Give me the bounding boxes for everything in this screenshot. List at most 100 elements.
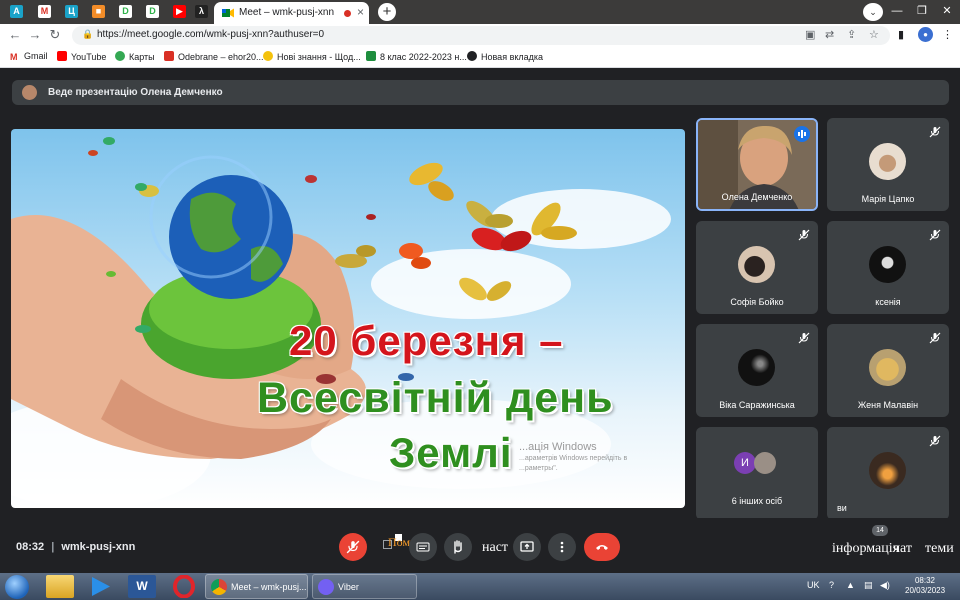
mail-icon: [164, 51, 174, 61]
bookmark-8-klas[interactable]: 8 клас 2022-2023 н...: [366, 51, 467, 62]
forward-button[interactable]: →: [27, 27, 43, 42]
activation-watermark-title: ...ація Windows: [519, 441, 597, 453]
help-icon[interactable]: ?: [829, 580, 834, 590]
youtube-icon: ▶: [173, 5, 186, 18]
speaking-indicator-icon: [794, 126, 810, 142]
app-icon: D: [119, 5, 132, 18]
raise-hand-button[interactable]: [444, 533, 472, 561]
participant-tile[interactable]: Женя Малавін: [827, 324, 949, 417]
chevron-down-icon[interactable]: ⌄: [863, 3, 883, 21]
back-button[interactable]: ←: [7, 27, 23, 42]
microphone-button[interactable]: [339, 533, 367, 561]
word-icon[interactable]: W: [128, 575, 156, 598]
taskbar-viber[interactable]: Viber: [312, 574, 417, 599]
tab-pinned-3[interactable]: Ц: [58, 3, 85, 21]
camera-permission-icon[interactable]: ▣: [805, 28, 815, 41]
avatar: [869, 452, 906, 489]
tab-pinned-6[interactable]: D: [139, 3, 166, 21]
captions-icon: [416, 542, 430, 552]
butterfly-icon: [471, 227, 532, 252]
butterfly-icon: [88, 137, 115, 156]
participant-tile[interactable]: Віка Саражинська: [696, 324, 818, 417]
profile-avatar[interactable]: ●: [918, 27, 933, 42]
tab-pinned-gmail[interactable]: M: [31, 3, 58, 21]
participant-tile[interactable]: Софія Бойко: [696, 221, 818, 314]
more-options-button[interactable]: [548, 533, 576, 561]
presenter-banner: Веде презентацію Олена Демченко: [12, 80, 949, 105]
globe-icon: [467, 51, 477, 61]
clock-date: 20/03/2023: [905, 586, 946, 595]
side-panel-icon[interactable]: ▮: [898, 28, 904, 41]
show-hidden-icons-icon[interactable]: ▲: [846, 580, 855, 590]
language-indicator[interactable]: UK: [807, 580, 820, 590]
system-clock[interactable]: 08:32 20/03/2023: [905, 576, 945, 596]
tab-pinned-5[interactable]: D: [112, 3, 139, 21]
participant-name: Марія Цапко: [861, 194, 915, 204]
restore-button[interactable]: ❐: [909, 0, 935, 24]
app-icon: λ: [195, 5, 208, 18]
meet-icon: [222, 8, 234, 18]
captions-button[interactable]: [409, 533, 437, 561]
tab-meet[interactable]: Meet – wmk-pusj-xnn ×: [214, 2, 369, 24]
reload-button[interactable]: ↻: [47, 27, 63, 43]
tab-pinned-1[interactable]: А: [3, 3, 30, 21]
present-screen-button[interactable]: [513, 533, 541, 561]
chat-label[interactable]: чат: [893, 541, 912, 557]
opera-icon[interactable]: [170, 574, 198, 599]
close-window-button[interactable]: ✕: [934, 0, 960, 24]
avatar: [754, 452, 776, 474]
media-player-icon[interactable]: [86, 575, 114, 598]
slide-title-line3: Землі: [389, 429, 513, 476]
others-tile[interactable]: И 6 інших осіб: [696, 427, 818, 520]
tab-pinned-8[interactable]: λ: [188, 3, 215, 21]
participant-name: Віка Саражинська: [719, 400, 795, 410]
menu-icon[interactable]: ⋮: [942, 28, 953, 41]
bookmark-odebrane[interactable]: Odebrane – ehor20...: [164, 51, 264, 62]
start-button[interactable]: [5, 575, 29, 599]
settings-label[interactable]: наст: [482, 540, 508, 556]
bookmarks-bar: M Gmail YouTube Карты Odebrane – ehor20..…: [0, 46, 960, 68]
self-tile[interactable]: ви: [827, 427, 949, 520]
presentation-slide: 20 березня – Всесвітній день Землі ...ац…: [11, 129, 685, 508]
taskbar-chrome-meet[interactable]: Meet – wmk-pusj...: [205, 574, 308, 599]
leave-call-button[interactable]: [584, 533, 620, 561]
more-vertical-icon: [560, 541, 564, 553]
bookmark-youtube[interactable]: YouTube: [57, 51, 106, 62]
address-bar[interactable]: 🔒 https://meet.google.com/wmk-pusj-xnn?a…: [72, 26, 890, 45]
bookmark-novi-znannia[interactable]: Нові знання - Щод...: [263, 51, 361, 62]
app-icon: D: [146, 5, 159, 18]
lightbulb-icon: [263, 51, 273, 61]
participant-name: Олена Демченко: [721, 192, 793, 202]
volume-icon[interactable]: ◀): [880, 580, 890, 591]
participant-tile[interactable]: ксенія: [827, 221, 949, 314]
hang-up-icon: [596, 545, 608, 550]
new-tab-button[interactable]: +: [378, 3, 396, 21]
presenter-text: Веде презентацію Олена Демченко: [48, 87, 223, 98]
taskbar-task-label: Viber: [338, 582, 359, 592]
file-explorer-icon[interactable]: [46, 575, 74, 598]
butterfly-icon: [399, 243, 431, 269]
app-icon: А: [10, 5, 23, 18]
bookmark-star-icon[interactable]: ☆: [869, 28, 879, 41]
participant-tile[interactable]: Марія Цапко: [827, 118, 949, 211]
meeting-info: 08:32 | wmk-pusj-xnn: [16, 541, 135, 553]
windows-taskbar: W Meet – wmk-pusj... Viber UK ? ▲ ▤ ◀) 0…: [0, 573, 960, 600]
butterfly-icon: [305, 175, 376, 220]
close-tab-icon[interactable]: ×: [357, 5, 364, 19]
participant-name: Женя Малавін: [857, 400, 919, 410]
bookmark-gmail[interactable]: M Gmail: [10, 51, 48, 62]
meeting-time: 08:32: [16, 541, 45, 553]
butterfly-icon: [135, 183, 159, 197]
participant-tile[interactable]: Олена Демченко: [696, 118, 818, 211]
bookmark-maps[interactable]: Карты: [115, 51, 155, 62]
network-icon[interactable]: ▤: [864, 580, 873, 591]
tab-pinned-4[interactable]: ■: [85, 3, 112, 21]
bookmark-new-tab[interactable]: Новая вкладка: [467, 51, 543, 62]
minimize-button[interactable]: —: [884, 0, 910, 24]
meeting-details-label[interactable]: інформація: [832, 541, 899, 557]
themes-label[interactable]: теми: [925, 541, 954, 557]
meeting-control-bar: 08:32 | wmk-pusj-xnn Помилка наст 14 інф…: [0, 518, 960, 573]
share-icon[interactable]: ⇪: [847, 28, 856, 41]
translate-icon[interactable]: ⇄: [825, 28, 834, 41]
classroom-icon: [366, 51, 376, 61]
